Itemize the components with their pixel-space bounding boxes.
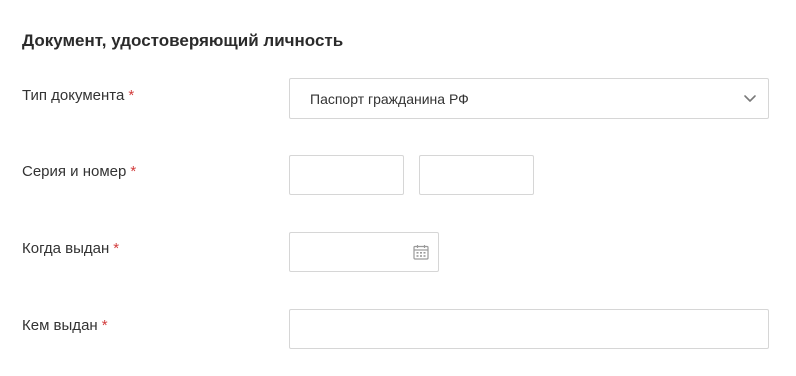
required-marker: * xyxy=(113,240,120,257)
issued-by-input[interactable] xyxy=(290,310,768,348)
required-marker: * xyxy=(130,163,137,180)
doc-type-select[interactable]: Паспорт гражданина РФ xyxy=(289,78,769,119)
issue-date-field[interactable] xyxy=(289,232,439,272)
section-title: Документ, удостоверяющий личность xyxy=(22,31,344,50)
doc-type-value: Паспорт гражданина РФ xyxy=(310,91,469,107)
required-marker: * xyxy=(128,87,135,104)
issued-by-label-text: Кем выдан xyxy=(22,317,98,334)
series-input[interactable] xyxy=(290,156,403,194)
doc-type-label-text: Тип документа xyxy=(22,87,125,104)
series-field[interactable] xyxy=(289,155,404,195)
doc-type-label: Тип документа * xyxy=(22,86,134,106)
issued-by-field[interactable] xyxy=(289,309,769,349)
number-input[interactable] xyxy=(420,156,533,194)
series-number-label-text: Серия и номер xyxy=(22,163,127,180)
issue-date-label-text: Когда выдан xyxy=(22,240,110,257)
issue-date-label: Когда выдан * xyxy=(22,239,119,259)
issued-by-label: Кем выдан * xyxy=(22,316,108,336)
required-marker: * xyxy=(101,317,108,334)
chevron-down-icon[interactable] xyxy=(742,90,758,106)
number-field[interactable] xyxy=(419,155,534,195)
calendar-icon[interactable] xyxy=(412,243,430,261)
series-number-label: Серия и номер * xyxy=(22,162,136,182)
